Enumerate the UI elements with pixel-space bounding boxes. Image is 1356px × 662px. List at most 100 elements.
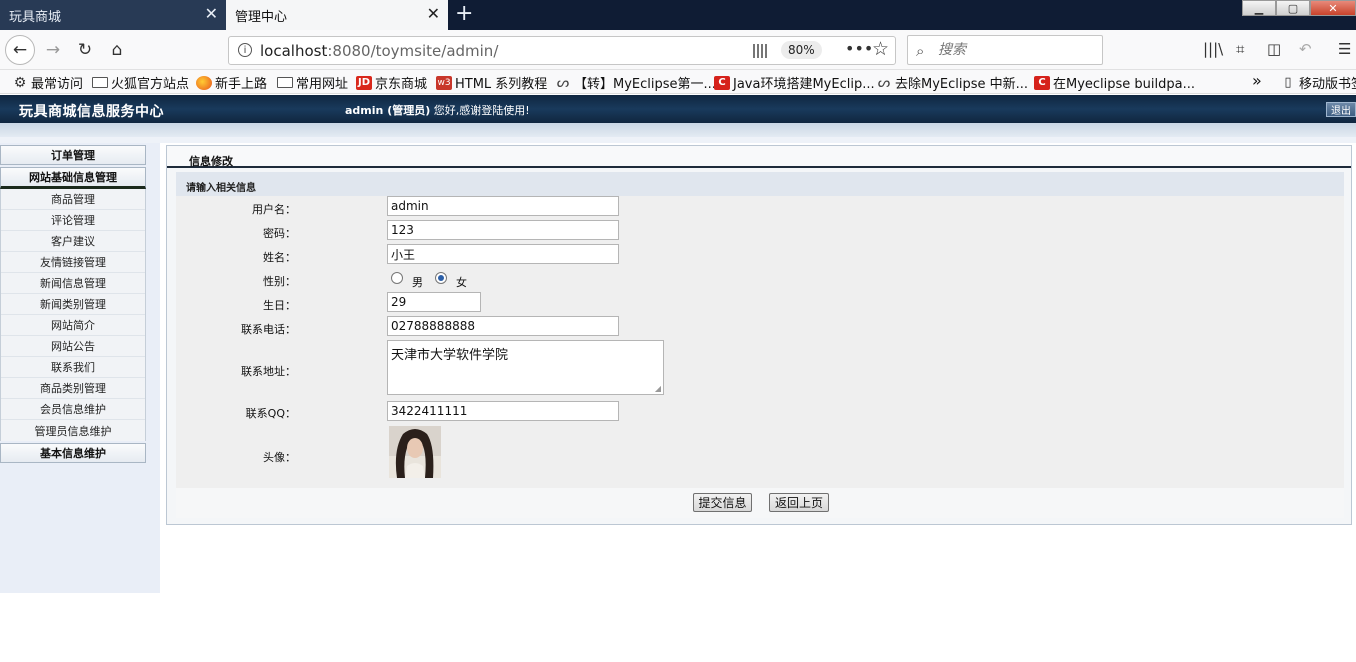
password-field[interactable]: 123	[387, 220, 619, 240]
reload-icon[interactable]: ↻	[70, 35, 100, 65]
welcome-message: admin (管理员) 您好,感谢登陆使用!	[345, 104, 530, 117]
navigation-toolbar: ← → ↻ ⌂ i localhost:8080/toymsite/admin/…	[0, 30, 1356, 70]
qr-code-icon[interactable]	[753, 44, 767, 58]
bookmark-most-visited[interactable]: ⚙ 最常访问	[12, 73, 83, 93]
avatar	[389, 426, 441, 478]
header-subband	[0, 123, 1356, 137]
sidebar-item-announcements[interactable]: 网站公告	[1, 336, 145, 357]
sidebar-item-products[interactable]: 商品管理	[1, 189, 145, 210]
username-label: 用户名：	[252, 203, 296, 216]
panel-title: 信息修改	[189, 155, 233, 168]
back-arrow-icon[interactable]: ←	[5, 35, 35, 65]
sidebar: 订单管理 网站基础信息管理 商品管理 评论管理 客户建议 友情链接管理 新闻信息…	[0, 145, 146, 465]
bookmark-jd[interactable]: JD 京东商城	[356, 73, 427, 92]
star-icon[interactable]: ☆	[872, 38, 889, 60]
address-textarea[interactable]: 天津市大学软件学院 ◢	[387, 340, 664, 395]
sidebar-item-contact[interactable]: 联系我们	[1, 357, 145, 378]
tab-admin-center[interactable]: 管理中心 ✕	[226, 0, 448, 30]
home-icon[interactable]: ⌂	[102, 35, 132, 65]
address-value: 天津市大学软件学院	[391, 348, 509, 363]
bookmark-java-env[interactable]: C Java环境搭建MyEclip...	[714, 73, 875, 92]
resize-grip-icon[interactable]: ◢	[655, 384, 661, 393]
bookmark-firefox-site[interactable]: 火狐官方站点	[92, 73, 189, 92]
sidebar-menu-list: 商品管理 评论管理 客户建议 友情链接管理 新闻信息管理 新闻类别管理 网站简介…	[0, 189, 146, 441]
mobile-bookmarks[interactable]: ▯移动版书签	[1280, 73, 1356, 92]
close-tab-icon[interactable]: ✕	[205, 6, 218, 22]
info-icon[interactable]: i	[238, 43, 252, 57]
back-button[interactable]: 返回上页	[769, 493, 829, 512]
sidebar-item-admins[interactable]: 管理员信息维护	[1, 420, 145, 441]
panel-header: 信息修改	[167, 146, 1351, 168]
search-icon: ⌕	[916, 42, 925, 60]
tab-title: 玩具商城	[9, 9, 62, 25]
jd-icon: JD	[356, 75, 372, 90]
bookmark-myeclipse-1[interactable]: ᔕ 【转】MyEclipse第一...	[555, 73, 716, 93]
zoom-level[interactable]: 80%	[781, 41, 822, 59]
bookmarks-overflow-icon[interactable]: »	[1252, 71, 1262, 90]
tab-bar: 玩具商城 ✕ 管理中心 ✕ + ▁ ▢ ✕	[0, 0, 1356, 30]
undo-icon[interactable]: ↶	[1299, 40, 1312, 58]
sidebar-section-site-info[interactable]: 网站基础信息管理	[0, 167, 146, 189]
firefox-icon	[196, 75, 212, 90]
search-input[interactable]	[938, 41, 1088, 59]
bookmarks-toolbar: ⚙ 最常访问 火狐官方站点 新手上路 常用网址 JD 京东商城 w3 HTML 系列教…	[0, 70, 1356, 94]
birthday-label: 生日：	[263, 299, 296, 312]
new-tab-icon[interactable]: +	[455, 2, 473, 26]
bookmark-common-sites[interactable]: 常用网址	[277, 73, 348, 92]
sidebar-item-links[interactable]: 友情链接管理	[1, 252, 145, 273]
panel-subheader: 请输入相关信息	[176, 172, 1344, 196]
submit-button[interactable]: 提交信息	[693, 493, 752, 512]
sidebar-item-suggestions[interactable]: 客户建议	[1, 231, 145, 252]
library-icon[interactable]: |||\	[1203, 40, 1223, 58]
sidebar-item-site-intro[interactable]: 网站简介	[1, 315, 145, 336]
edit-form: 用户名： admin 密码： 123 姓名： 小王 性别： 男 女 生日： 29…	[176, 196, 1344, 488]
page-actions-icon[interactable]: •••	[845, 39, 873, 58]
sidebar-item-news[interactable]: 新闻信息管理	[1, 273, 145, 294]
window-close-icon[interactable]: ✕	[1310, 0, 1356, 16]
gender-male-label: 男	[412, 276, 423, 289]
minimize-icon[interactable]: ▁	[1242, 0, 1276, 16]
password-label: 密码：	[263, 227, 296, 240]
close-tab-icon[interactable]: ✕	[427, 6, 440, 22]
screenshot-icon[interactable]: ⌗	[1236, 40, 1244, 58]
folder-icon	[92, 77, 108, 88]
sidebar-icon[interactable]: ◫	[1267, 40, 1281, 58]
c-icon: C	[714, 75, 730, 90]
page-content: 玩具商城信息服务中心 admin (管理员) 您好,感谢登陆使用! 退出 订单管…	[0, 95, 1356, 662]
sidebar-section-basic-info[interactable]: 基本信息维护	[0, 443, 146, 463]
sidebar-item-news-categories[interactable]: 新闻类别管理	[1, 294, 145, 315]
tab-toy-mall[interactable]: 玩具商城 ✕	[0, 0, 226, 30]
gender-female-radio[interactable]	[435, 272, 447, 284]
mobile-icon: ▯	[1284, 75, 1292, 90]
forward-arrow-icon[interactable]: →	[38, 35, 68, 65]
folder-icon	[277, 77, 293, 88]
username-field[interactable]: admin	[387, 196, 619, 216]
qq-field[interactable]: 3422411111	[387, 401, 619, 421]
w3-icon: w3	[436, 75, 452, 90]
bookmark-getting-started[interactable]: 新手上路	[196, 73, 267, 92]
logout-button[interactable]: 退出	[1326, 102, 1356, 117]
sidebar-item-members[interactable]: 会员信息维护	[1, 399, 145, 420]
bookmark-myeclipse-2[interactable]: ᔕ 去除MyEclipse 中新...	[876, 73, 1028, 93]
phone-label: 联系电话：	[241, 323, 296, 336]
sidebar-item-product-categories[interactable]: 商品类别管理	[1, 378, 145, 399]
phone-field[interactable]: 02788888888	[387, 316, 619, 336]
edit-info-panel: 信息修改 请输入相关信息 用户名： admin 密码： 123 姓名： 小王 性…	[166, 145, 1352, 525]
bookmark-html-tutorial[interactable]: w3 HTML 系列教程	[436, 73, 547, 92]
address-bar[interactable]: i localhost:8080/toymsite/admin/ 80% •••…	[228, 36, 896, 65]
search-box[interactable]: ⌕	[907, 35, 1103, 65]
loop-icon: ᔕ	[877, 74, 891, 91]
bookmark-myeclipse-build[interactable]: C 在Myeclipse buildpa...	[1034, 73, 1195, 92]
name-field[interactable]: 小王	[387, 244, 619, 264]
birthday-field[interactable]: 29	[387, 292, 481, 312]
maximize-icon[interactable]: ▢	[1276, 0, 1310, 16]
gender-male-radio[interactable]	[391, 272, 403, 284]
sidebar-item-comments[interactable]: 评论管理	[1, 210, 145, 231]
site-title: 玩具商城信息服务中心	[19, 104, 164, 120]
gear-icon: ⚙	[13, 74, 27, 91]
url-text[interactable]: localhost:8080/toymsite/admin/	[260, 42, 498, 60]
sidebar-section-orders[interactable]: 订单管理	[0, 145, 146, 165]
loop-icon: ᔕ	[556, 74, 570, 91]
window-controls: ▁ ▢ ✕	[1242, 0, 1356, 16]
menu-icon[interactable]: ☰	[1338, 40, 1351, 58]
